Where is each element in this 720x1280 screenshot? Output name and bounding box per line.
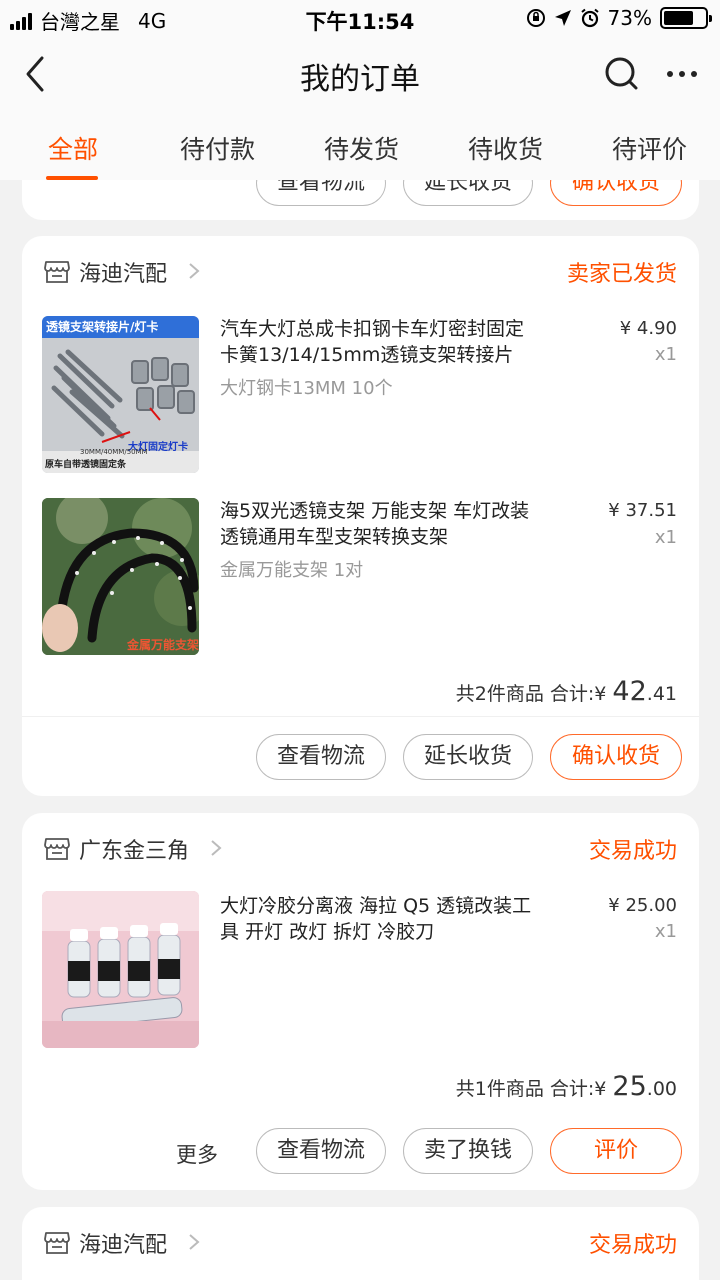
shop-header[interactable]: 广东金三角 交易成功 — [22, 813, 699, 883]
review-button[interactable]: 评价 — [550, 1128, 682, 1174]
thumbnail-caption: 金属万能支架 — [126, 638, 199, 652]
tabs-backdrop: 全部 待付款 待发货 待收货 待评价 — [0, 110, 720, 180]
orientation-lock-icon — [526, 9, 545, 27]
view-logistics-button[interactable]: 查看物流 — [256, 1128, 386, 1174]
product-title[interactable]: 海5双光透镜支架 万能支架 车灯改装 透镜通用车型支架转换支架 — [220, 498, 575, 550]
search-button[interactable] — [602, 54, 642, 94]
product-price: ¥ 4.90 — [619, 318, 677, 339]
location-icon — [554, 10, 571, 26]
product-title-line: 大灯冷胶分离液 海拉 Q5 透镜改装工 — [220, 895, 532, 917]
product-price: ¥ 25.00 — [608, 895, 677, 916]
navigation-bar: 我的订单 — [0, 38, 720, 110]
product-title-line: 卡簧13/14/15mm透镜支架转接片 — [220, 344, 514, 366]
total-decimal: .00 — [646, 1078, 677, 1100]
total-label: 合计: — [549, 683, 595, 705]
product-title-line: 具 开灯 改灯 拆灯 冷胶刀 — [220, 921, 435, 943]
thumbnail-caption: 原车自带透镜固定条 — [45, 460, 127, 470]
order-total: 共1件商品 合计:¥ 25.00 — [456, 1071, 677, 1102]
shop-name[interactable]: 海迪汽配 — [79, 256, 167, 288]
product-quantity: x1 — [654, 527, 677, 548]
chevron-right-icon — [211, 840, 222, 856]
total-currency: ¥ — [594, 1078, 613, 1100]
view-logistics-button[interactable]: 查看物流 — [256, 734, 386, 780]
product-thumbnail[interactable]: 透镜支架转接片/灯卡 大灯固定灯卡 30MM/40MM/50MM 原车自带透镜固… — [42, 316, 199, 473]
thumbnail-caption: 30MM/40MM/50MM — [80, 448, 148, 456]
shop-name[interactable]: 海迪汽配 — [79, 1227, 167, 1259]
product-title[interactable]: 大灯冷胶分离液 海拉 Q5 透镜改装工 具 开灯 改灯 拆灯 冷胶刀 — [220, 893, 575, 945]
product-title-line: 透镜通用车型支架转换支架 — [220, 526, 449, 548]
tab-pending-shipment[interactable]: 待发货 — [324, 130, 399, 166]
product-title[interactable]: 汽车大灯总成卡扣钢卡车灯密封固定 卡簧13/14/15mm透镜支架转接片 — [220, 316, 575, 368]
product-spec: 大灯钢卡13MM 10个 — [220, 378, 393, 399]
shop-header[interactable]: 海迪汽配 卖家已发货 — [22, 236, 699, 306]
product-quantity: x1 — [654, 344, 677, 365]
product-title-line: 汽车大灯总成卡扣钢卡车灯密封固定 — [220, 318, 525, 340]
store-icon — [44, 261, 70, 283]
sell-item-button[interactable]: 卖了换钱 — [403, 1128, 533, 1174]
dot-icon — [667, 71, 673, 77]
active-tab-indicator — [46, 176, 98, 180]
chevron-right-icon — [189, 1234, 200, 1250]
item-count: 共1件商品 — [455, 1078, 544, 1100]
total-decimal: .41 — [646, 683, 677, 705]
status-right: 73% — [526, 6, 712, 30]
extend-receipt-button[interactable]: 延长收货 — [403, 734, 533, 780]
order-card: 广东金三角 交易成功 大灯冷胶分离液 海拉 Q5 透镜改装工 具 开灯 改灯 拆… — [22, 813, 699, 1190]
product-image — [42, 498, 199, 655]
dot-icon — [679, 71, 685, 77]
confirm-receipt-button[interactable]: 确认收货 — [550, 734, 682, 780]
product-price: ¥ 37.51 — [608, 500, 677, 521]
chevron-right-icon — [189, 263, 200, 279]
total-currency: ¥ — [594, 683, 613, 705]
status-bar: 台灣之星 4G 下午11:54 73% — [0, 0, 720, 38]
battery-icon — [660, 7, 712, 29]
order-card: 海迪汽配 卖家已发货 透镜支架转接片/灯卡 大灯固定灯卡 30MM/40MM/5… — [22, 236, 699, 796]
order-total: 共2件商品 合计:¥ 42.41 — [456, 676, 677, 707]
total-label: 合计: — [549, 1078, 595, 1100]
battery-percent: 73% — [607, 6, 652, 30]
order-status: 卖家已发货 — [566, 262, 677, 287]
thumbnail-caption: 透镜支架转接片/灯卡 — [46, 320, 159, 334]
shop-header[interactable]: 海迪汽配 交易成功 — [22, 1207, 699, 1277]
store-icon — [44, 838, 70, 860]
tab-pending-review[interactable]: 待评价 — [612, 130, 687, 166]
product-image — [42, 891, 199, 1048]
order-card: 海迪汽配 交易成功 — [22, 1207, 699, 1280]
more-options-button[interactable] — [660, 56, 704, 92]
tab-pending-payment[interactable]: 待付款 — [180, 130, 255, 166]
product-title-line: 海5双光透镜支架 万能支架 车灯改装 — [220, 500, 530, 522]
product-thumbnail[interactable] — [42, 891, 199, 1048]
dot-icon — [691, 71, 697, 77]
shop-name[interactable]: 广东金三角 — [79, 833, 189, 865]
alarm-icon — [580, 8, 599, 28]
total-integer: 42 — [612, 676, 647, 707]
divider — [22, 716, 699, 717]
order-status: 交易成功 — [588, 839, 677, 864]
order-status: 交易成功 — [588, 1233, 677, 1258]
product-spec: 金属万能支架 1对 — [220, 560, 364, 581]
tab-all[interactable]: 全部 — [48, 130, 98, 166]
product-quantity: x1 — [654, 921, 677, 942]
store-icon — [44, 1232, 70, 1254]
product-thumbnail[interactable]: 金属万能支架 — [42, 498, 199, 655]
more-actions-link[interactable]: 更多 — [176, 1139, 218, 1169]
tab-pending-receipt[interactable]: 待收货 — [468, 130, 543, 166]
total-integer: 25 — [612, 1071, 647, 1102]
item-count: 共2件商品 — [455, 683, 544, 705]
search-icon — [605, 57, 638, 90]
